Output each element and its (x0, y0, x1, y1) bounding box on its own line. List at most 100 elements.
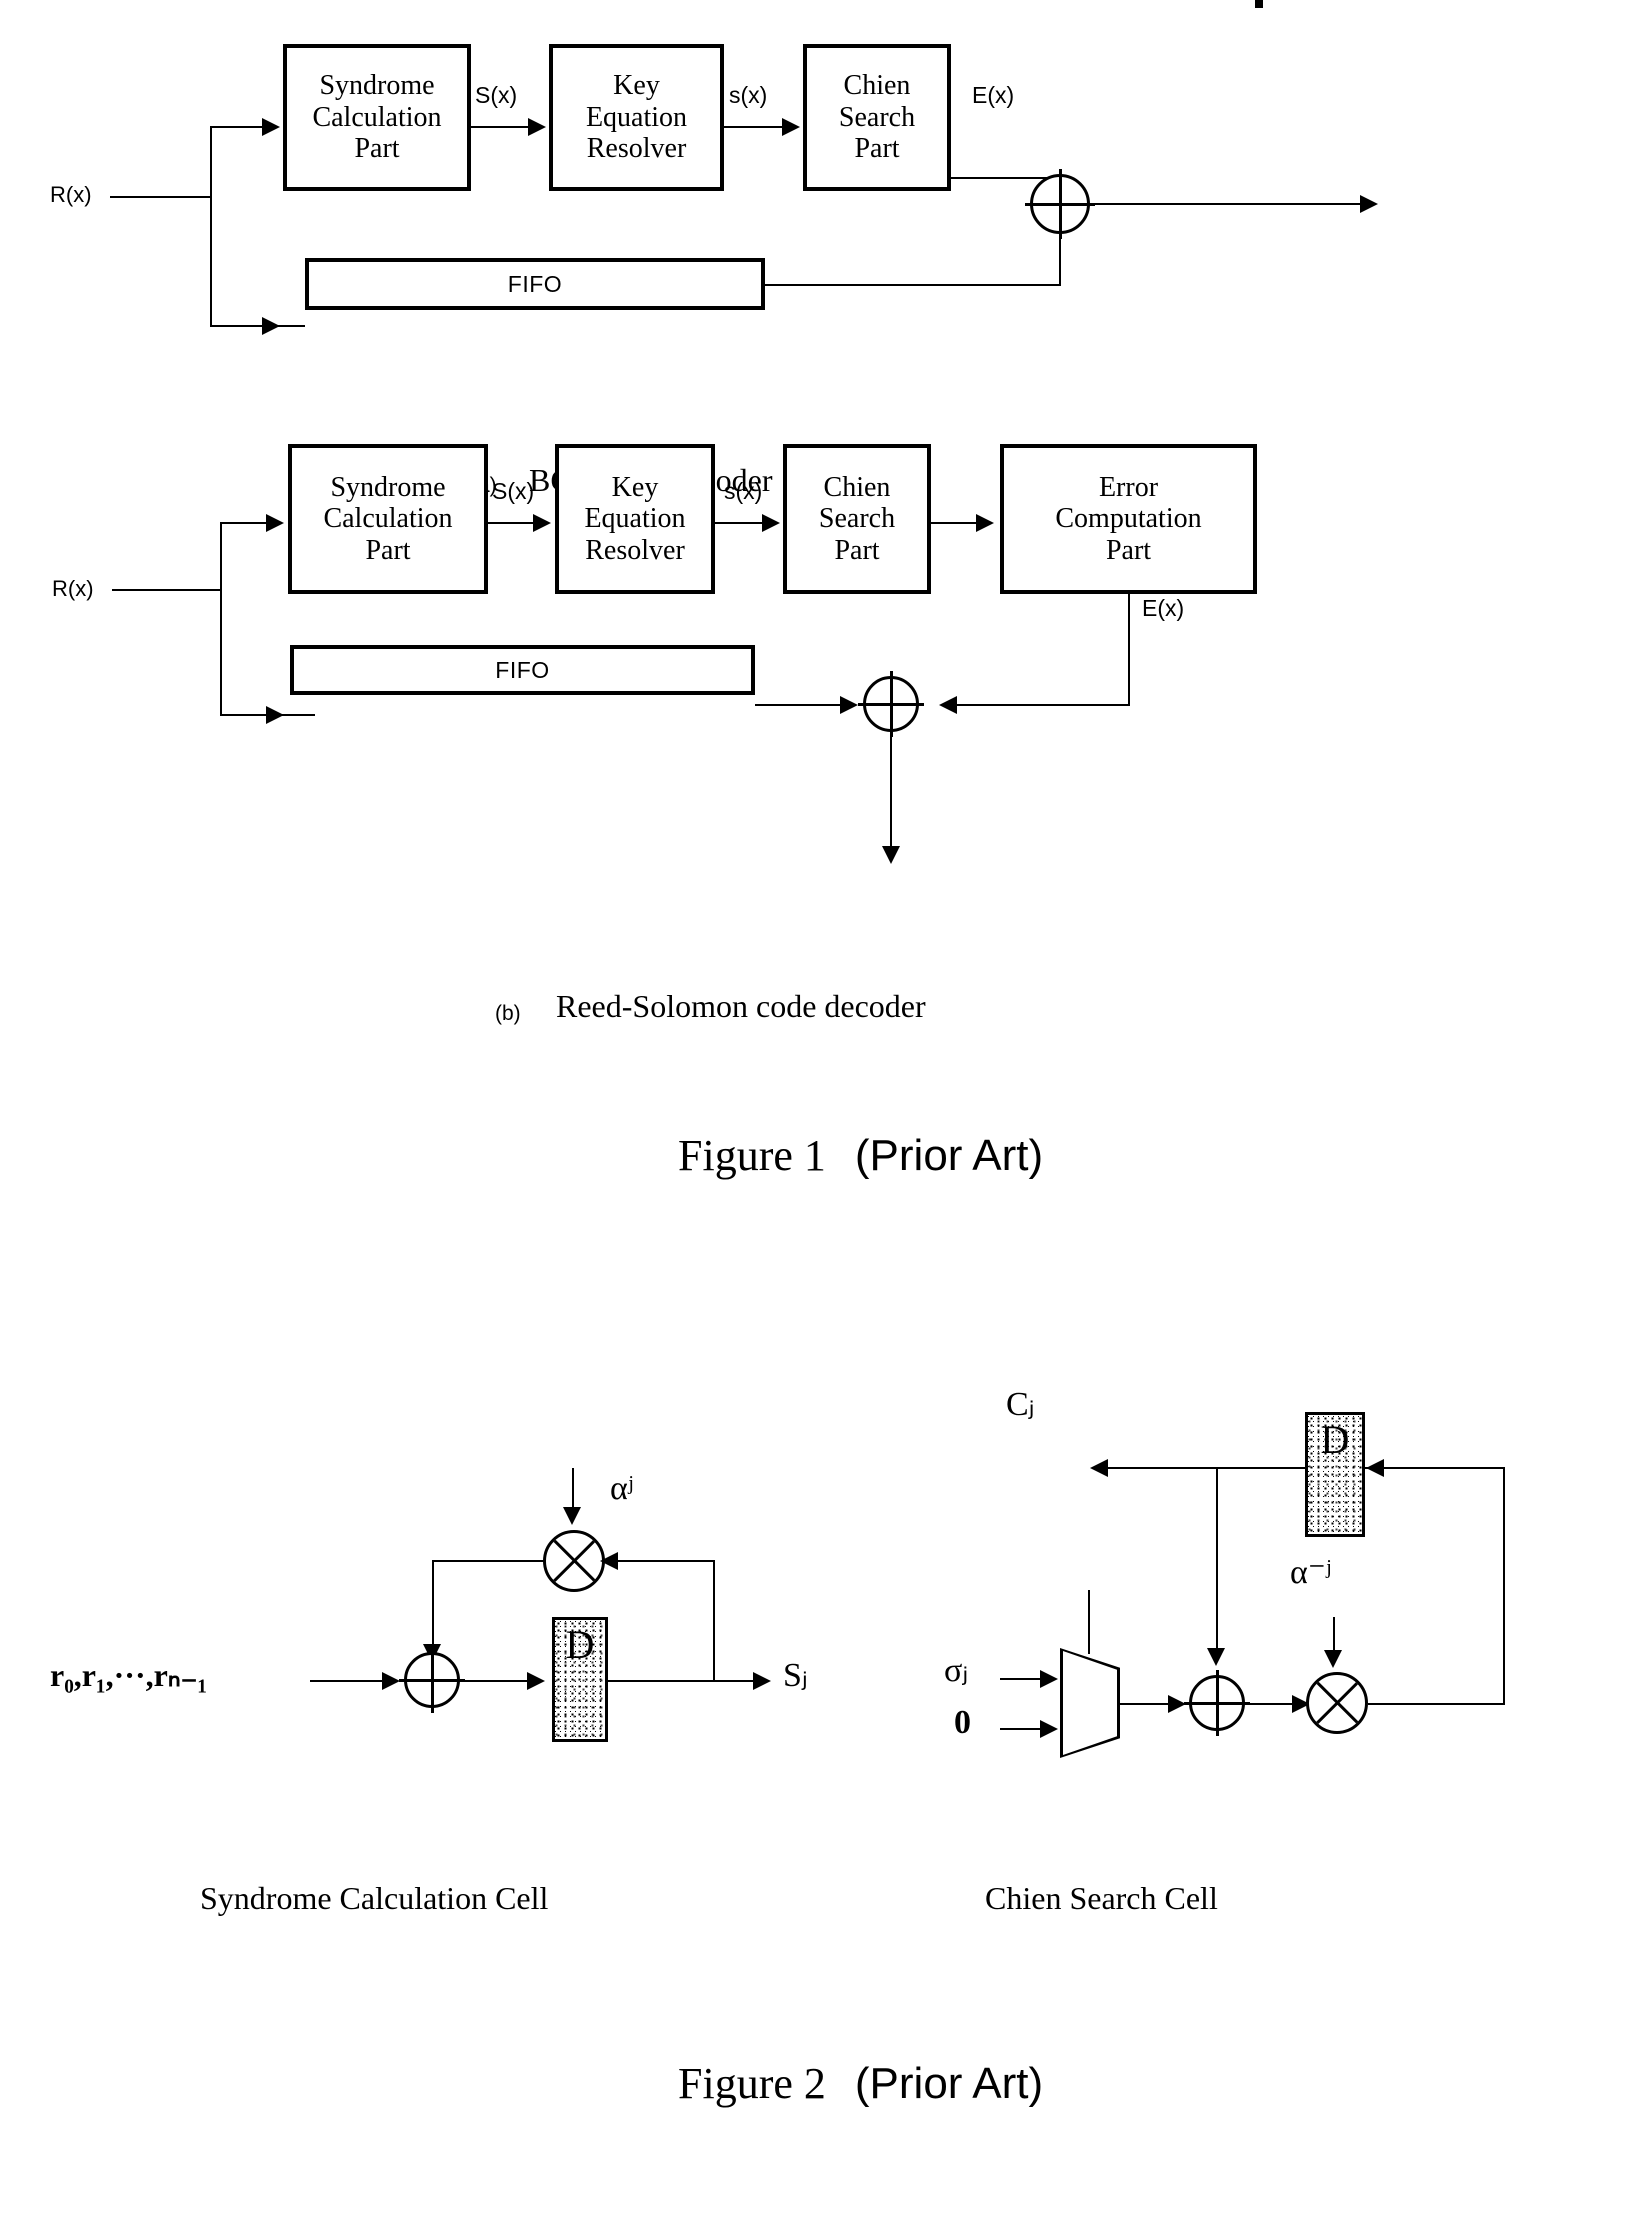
fig2-syndrome-d-out-wire (608, 1680, 758, 1682)
fig2-syndrome-d-register: D (552, 1617, 608, 1742)
fig1a-wire-xor-out (1090, 203, 1370, 205)
fig2-syndrome-input-label: r₀,r₁,···,rₙ₋₁ (50, 1657, 208, 1693)
fig1a-block-key-line-0: Key (613, 70, 660, 102)
fig2-chien-mux-input-1-arrow (1040, 1720, 1058, 1738)
fig1b-arrow-syndrome-to-key (533, 514, 551, 532)
fig2-chien-mux-input-0-wire (1000, 1678, 1042, 1680)
fig1b-wire-key-to-chien (715, 522, 765, 524)
fig1b-arrow-to-fifo (266, 706, 284, 724)
fig2-chien-mux-select-stub (1088, 1590, 1090, 1654)
fig1b-input-wire (112, 589, 222, 591)
fig1a-fifo[interactable]: FIFO (305, 258, 765, 310)
fig2-syndrome-feedback-top (605, 1560, 715, 1562)
fig1b-label-sx-lower: s(x) (724, 478, 763, 504)
fig1a-block-key-line-1: Equation (585, 101, 688, 133)
fig2-syndrome-feedback-arrow (600, 1552, 618, 1570)
fig1b-block-error-line-2: Part (1105, 534, 1152, 566)
fig2-syndrome-out-arrow (753, 1672, 771, 1690)
fig2-syndrome-mul-left-down (432, 1560, 434, 1652)
fig1a-input-wire (110, 196, 210, 198)
fig1b-input-label: R(x) (52, 576, 94, 601)
fig1a-wire-to-fifo (210, 325, 305, 327)
fig2-chien-mux-input-1-label: 0 (954, 1704, 971, 1741)
fig2-syndrome-cell-caption: Syndrome Calculation Cell (200, 1880, 549, 1916)
fig2-chien-tap-down (1216, 1467, 1218, 1657)
fig1a-block-chien-line-2: Part (854, 133, 900, 165)
fig1b-input-riser (220, 522, 222, 715)
fig2-chien-feedback-riser (1503, 1467, 1505, 1705)
fig1a-block-syndrome[interactable]: Syndrome Calculation Part (283, 44, 471, 191)
fig1b-arrow-key-to-chien (762, 514, 780, 532)
fig1b-wire-to-syndrome (220, 522, 270, 524)
fig1b-caption: Reed-Solomon code decoder (556, 988, 926, 1024)
fig1a-arrow-syndrome-to-key (528, 118, 546, 136)
fig2-chien-d-in-wire (1365, 1467, 1505, 1469)
fig2-syndrome-xor-to-d-arrow (527, 1672, 545, 1690)
fig1a-block-key-equation[interactable]: Key Equation Resolver (549, 44, 724, 191)
fig1b-arrow-fifo-into-xor (840, 696, 858, 714)
fig2-chien-tap-arrow (1207, 1648, 1225, 1666)
fig1b-block-error-line-0: Error (1098, 471, 1159, 503)
fig1b-block-error-computation-box[interactable]: Error Computation Part (1000, 444, 1257, 594)
fig1a-label-sx-lower: s(x) (729, 82, 768, 108)
fig1a-input-riser (210, 126, 212, 326)
fig1a-label-sx-upper: S(x) (475, 82, 518, 108)
fig2-syndrome-mul-left-wire (432, 1560, 544, 1562)
fig1b-block-chien-line-2: Part (834, 534, 880, 566)
fig1a-arrow-key-to-chien (782, 118, 800, 136)
fig2-syndrome-multiplier (543, 1530, 605, 1592)
fig1a-block-syndrome-line-0: Syndrome (319, 70, 435, 102)
fig1b-xor-adder (858, 671, 924, 737)
fig1a-block-syndrome-line-2: Part (354, 133, 400, 165)
figure1-title-text: Figure 1 (678, 1131, 826, 1180)
fig1a-block-chien-line-0: Chien (843, 70, 911, 102)
fig1b-block-key-line-0: Key (611, 471, 659, 503)
fig2-syndrome-d-label: D (565, 1622, 595, 1667)
fig1a-block-key-line-2: Resolver (586, 133, 687, 165)
fig2-chien-d-register: D (1305, 1412, 1365, 1537)
fig1b-block-error-computation[interactable] (1255, 0, 1263, 8)
fig2-syndrome-xor-to-d-wire (460, 1680, 530, 1682)
fig2-chien-xor-to-mul-wire (1245, 1703, 1297, 1705)
fig1b-fifo-label: FIFO (495, 656, 550, 683)
fig1a-arrow-to-syndrome (262, 118, 280, 136)
fig1b-block-key-equation[interactable]: Key Equation Resolver (555, 444, 715, 594)
fig2-syndrome-input-wire (310, 1680, 385, 1682)
fig2-chien-multiplexer[interactable] (1060, 1648, 1120, 1758)
fig2-chien-mux-input-0-label: σⱼ (944, 1652, 969, 1689)
fig2-syndrome-output-label: Sⱼ (783, 1657, 808, 1694)
fig2-chien-multiplier-coeff: α⁻ʲ (1290, 1554, 1332, 1591)
fig2-syndrome-coeff-arrow (563, 1507, 581, 1525)
fig1b-wire-fifo-to-xor (755, 704, 850, 706)
fig1b-block-error-line-1: Computation (1055, 503, 1202, 535)
fig1a-xor-adder (1025, 169, 1095, 239)
fig1a-wire-syndrome-to-key (471, 126, 531, 128)
fig1a-label-ex: E(x) (972, 82, 1015, 108)
fig1b-block-chien-line-1: Search (818, 503, 896, 535)
patent-figure-page: R(x) Syndrome Calculation Part S(x) Key … (0, 0, 1638, 2217)
fig1b-block-syndrome[interactable]: Syndrome Calculation Part (288, 444, 488, 594)
fig2-chien-d-label: D (1320, 1417, 1350, 1462)
fig1b-label-ex: E(x) (1142, 595, 1185, 621)
fig1b-fifo[interactable]: FIFO (290, 645, 755, 695)
fig1b-arrow-output-down (882, 846, 900, 864)
fig2-chien-mux-input-1-wire (1000, 1728, 1042, 1730)
fig1b-arrow-to-syndrome (266, 514, 284, 532)
fig1b-wire-chien-to-error (931, 522, 979, 524)
fig1a-block-chien[interactable]: Chien Search Part (803, 44, 951, 191)
fig2-chien-mul-out-wire (1368, 1703, 1505, 1705)
fig2-syndrome-input-arrow (382, 1672, 400, 1690)
figure1-title-note: (Prior Art) (854, 1131, 1044, 1180)
fig1a-wire-key-to-chien (724, 126, 784, 128)
fig2-syndrome-feedback-riser (713, 1560, 715, 1680)
figure2-title: Figure 2 (Prior Art) (678, 2058, 1043, 2109)
fig1a-input-label: R(x) (50, 182, 92, 207)
fig2-chien-xor-adder (1184, 1670, 1250, 1736)
fig2-chien-mux-input-0-arrow (1040, 1670, 1058, 1688)
fig1b-block-chien[interactable]: Chien Search Part (783, 444, 931, 594)
fig2-syndrome-xor-adder (399, 1647, 465, 1713)
fig1b-wire-error-down (1128, 594, 1130, 705)
fig2-chien-multiplexer-inner (1063, 1651, 1117, 1755)
fig2-chien-cell-caption: Chien Search Cell (985, 1880, 1218, 1916)
fig1b-block-chien-line-0: Chien (823, 471, 891, 503)
